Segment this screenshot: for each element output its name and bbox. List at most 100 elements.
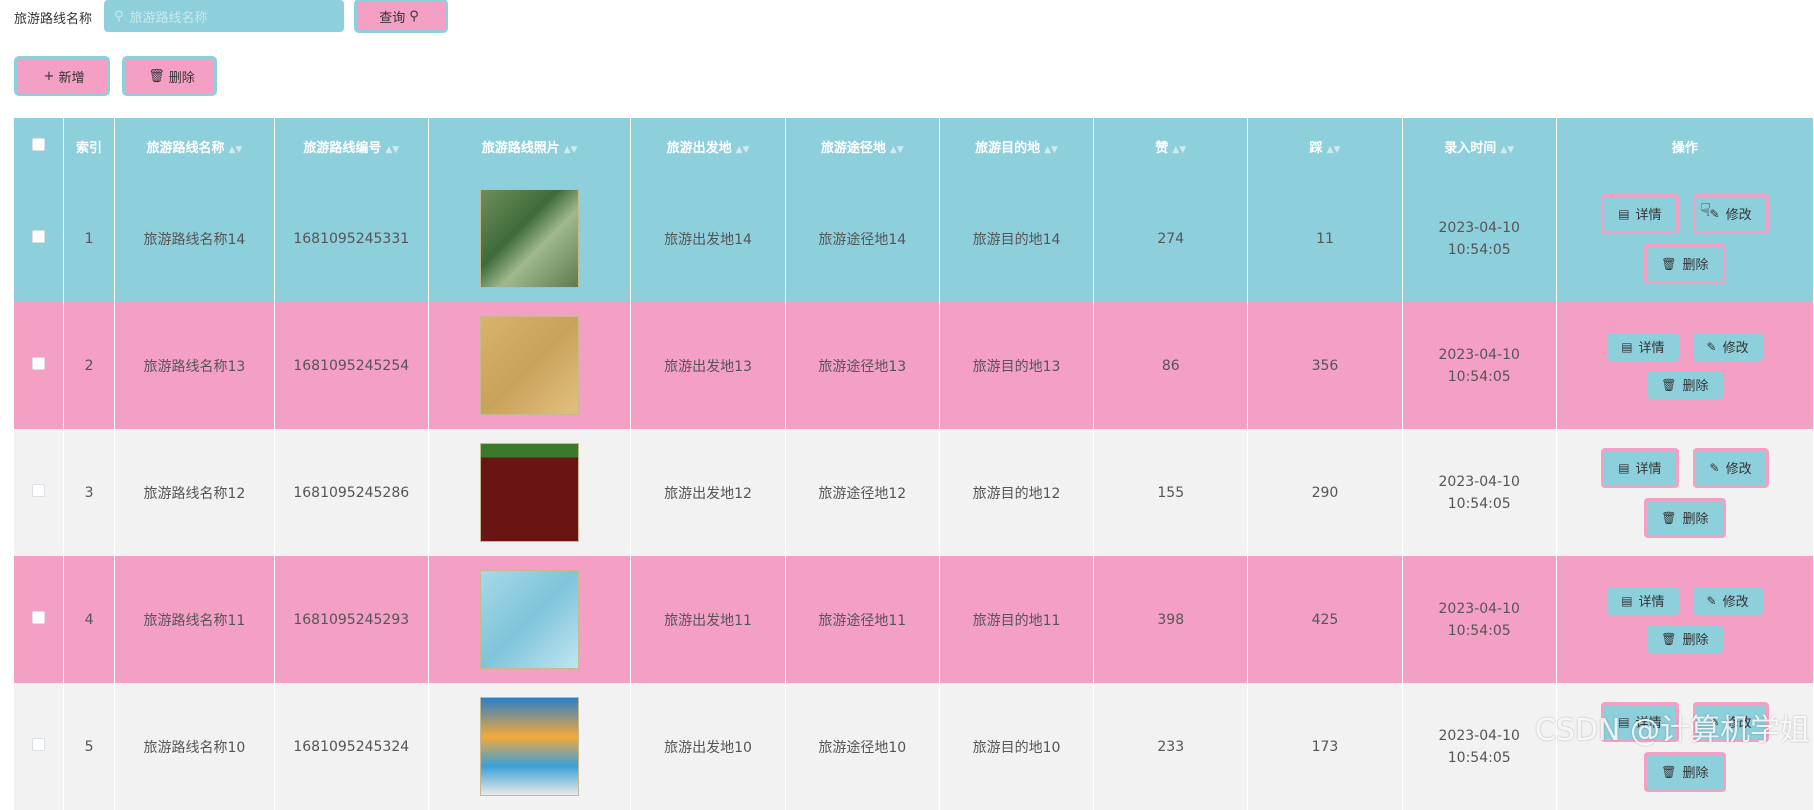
trash-icon: 🗑: [1661, 256, 1677, 271]
col-dest[interactable]: 旅游目的地 ▲▼: [939, 118, 1095, 175]
document-icon: ▤: [1618, 460, 1630, 475]
route-via: 旅游途径地13: [785, 302, 940, 429]
route-name: 旅游路线名称14: [114, 175, 275, 302]
search-placeholder: 旅游路线名称: [129, 10, 208, 26]
sort-icon: ▲▼: [1172, 145, 1187, 155]
row-checkbox[interactable]: [31, 357, 45, 370]
route-dislikes: 11: [1247, 175, 1403, 302]
col-name[interactable]: 旅游路线名称 ▲▼: [114, 118, 275, 175]
route-from: 旅游出发地11: [630, 556, 786, 683]
route-dest: 旅游目的地13: [939, 302, 1095, 429]
col-ops: 操作: [1556, 118, 1814, 175]
route-name: 旅游路线名称11: [114, 556, 275, 683]
edit-button[interactable]: ✎ 修改: [1692, 447, 1769, 488]
route-likes: 274: [1093, 175, 1249, 302]
add-button[interactable]: + 新增: [14, 56, 110, 96]
sort-icon: ▲▼: [1326, 145, 1341, 155]
pencil-icon: ✎: [1706, 339, 1717, 354]
row-checkbox[interactable]: [31, 738, 45, 751]
detail-button[interactable]: ▤ 详情: [1607, 332, 1679, 361]
route-time: 2023-04-10 10:54:05: [1402, 302, 1557, 429]
table-row: 3 旅游路线名称12 1681095245286 旅游出发地12 旅游途径地12…: [14, 429, 1814, 556]
plus-icon: +: [43, 68, 55, 84]
route-code: 1681095245286: [274, 429, 429, 556]
row-index: 1: [63, 175, 116, 302]
route-dest: 旅游目的地11: [939, 556, 1095, 683]
col-via[interactable]: 旅游途径地 ▲▼: [785, 118, 940, 175]
row-checkbox[interactable]: [31, 484, 45, 497]
col-photo[interactable]: 旅游路线照片 ▲▼: [428, 118, 632, 175]
route-from: 旅游出发地10: [630, 683, 786, 810]
route-photo[interactable]: [480, 570, 580, 669]
route-likes: 233: [1093, 683, 1249, 810]
col-dislikes[interactable]: 踩 ▲▼: [1247, 118, 1403, 175]
row-index: 2: [63, 302, 116, 429]
table-row: 4 旅游路线名称11 1681095245293 旅游出发地11 旅游途径地11…: [14, 556, 1814, 683]
route-code: 1681095245293: [274, 556, 429, 683]
sort-icon: ▲▼: [563, 145, 578, 155]
row-delete-button[interactable]: 🗑 删除: [1647, 370, 1723, 399]
row-checkbox[interactable]: [31, 611, 45, 624]
edit-button[interactable]: ✎ 修改: [1692, 332, 1763, 361]
select-all-checkbox[interactable]: [14, 118, 64, 175]
add-label: 新增: [58, 70, 85, 86]
trash-icon: 🗑: [1661, 764, 1677, 779]
route-via: 旅游途径地11: [785, 556, 940, 683]
document-icon: ▤: [1618, 206, 1630, 221]
route-dislikes: 290: [1247, 429, 1403, 556]
route-photo[interactable]: [480, 697, 580, 796]
pencil-icon: ✎: [1709, 460, 1720, 475]
delete-button[interactable]: 🗑 删除: [122, 56, 217, 96]
search-icon: ⚲: [409, 8, 419, 24]
search-icon: ⚲: [114, 8, 124, 24]
row-index: 4: [63, 556, 116, 683]
watermark: CSDN @计算机学姐: [1534, 713, 1810, 748]
route-dislikes: 356: [1247, 302, 1403, 429]
route-from: 旅游出发地12: [630, 429, 786, 556]
detail-button[interactable]: ▤ 详情: [1607, 586, 1679, 615]
route-dislikes: 173: [1247, 683, 1403, 810]
route-likes: 155: [1093, 429, 1249, 556]
sort-icon: ▲▼: [228, 145, 243, 155]
toolbar: + 新增 🗑 删除: [14, 56, 217, 96]
delete-label: 删除: [168, 70, 195, 86]
row-delete-button[interactable]: 🗑 删除: [1644, 497, 1726, 538]
row-checkbox[interactable]: [31, 230, 45, 243]
route-via: 旅游途径地10: [785, 683, 940, 810]
sort-icon: ▲▼: [735, 145, 750, 155]
detail-button[interactable]: ▤ 详情: [1601, 193, 1679, 234]
table-row: 2 旅游路线名称13 1681095245254 旅游出发地13 旅游途径地13…: [14, 302, 1814, 429]
edit-button[interactable]: ✎ 修改: [1692, 586, 1763, 615]
row-delete-button[interactable]: 🗑 删除: [1644, 243, 1726, 284]
route-likes: 86: [1093, 302, 1249, 429]
row-delete-button[interactable]: 🗑 删除: [1644, 751, 1726, 792]
pencil-icon: ✎: [1706, 593, 1717, 608]
route-time: 2023-04-10 10:54:05: [1402, 429, 1557, 556]
route-photo[interactable]: [480, 443, 580, 542]
route-photo[interactable]: [480, 189, 580, 288]
route-via: 旅游途径地14: [785, 175, 940, 302]
col-time[interactable]: 录入时间 ▲▼: [1402, 118, 1557, 175]
sort-icon: ▲▼: [1500, 145, 1515, 155]
sort-icon: ▲▼: [385, 145, 400, 155]
route-likes: 398: [1093, 556, 1249, 683]
row-index: 3: [63, 429, 116, 556]
trash-icon: 🗑: [1661, 631, 1677, 646]
col-from[interactable]: 旅游出发地 ▲▼: [630, 118, 786, 175]
query-button[interactable]: 查询 ⚲: [354, 0, 449, 33]
trash-icon: 🗑: [1661, 510, 1677, 525]
query-label: 查询: [379, 10, 406, 26]
route-code: 1681095245324: [274, 683, 429, 810]
detail-button[interactable]: ▤ 详情: [1601, 447, 1679, 488]
col-code[interactable]: 旅游路线编号 ▲▼: [274, 118, 429, 175]
table-row: 1 旅游路线名称14 1681095245331 旅游出发地14 旅游途径地14…: [14, 175, 1814, 302]
route-time: 2023-04-10 10:54:05: [1402, 556, 1557, 683]
trash-icon: 🗑: [148, 68, 165, 84]
row-delete-button[interactable]: 🗑 删除: [1647, 624, 1723, 653]
route-name: 旅游路线名称10: [114, 683, 275, 810]
col-likes[interactable]: 赞 ▲▼: [1093, 118, 1249, 175]
route-code: 1681095245331: [274, 175, 429, 302]
route-photo[interactable]: [480, 316, 580, 415]
search-input[interactable]: ⚲ 旅游路线名称: [104, 0, 345, 32]
route-via: 旅游途径地12: [785, 429, 940, 556]
